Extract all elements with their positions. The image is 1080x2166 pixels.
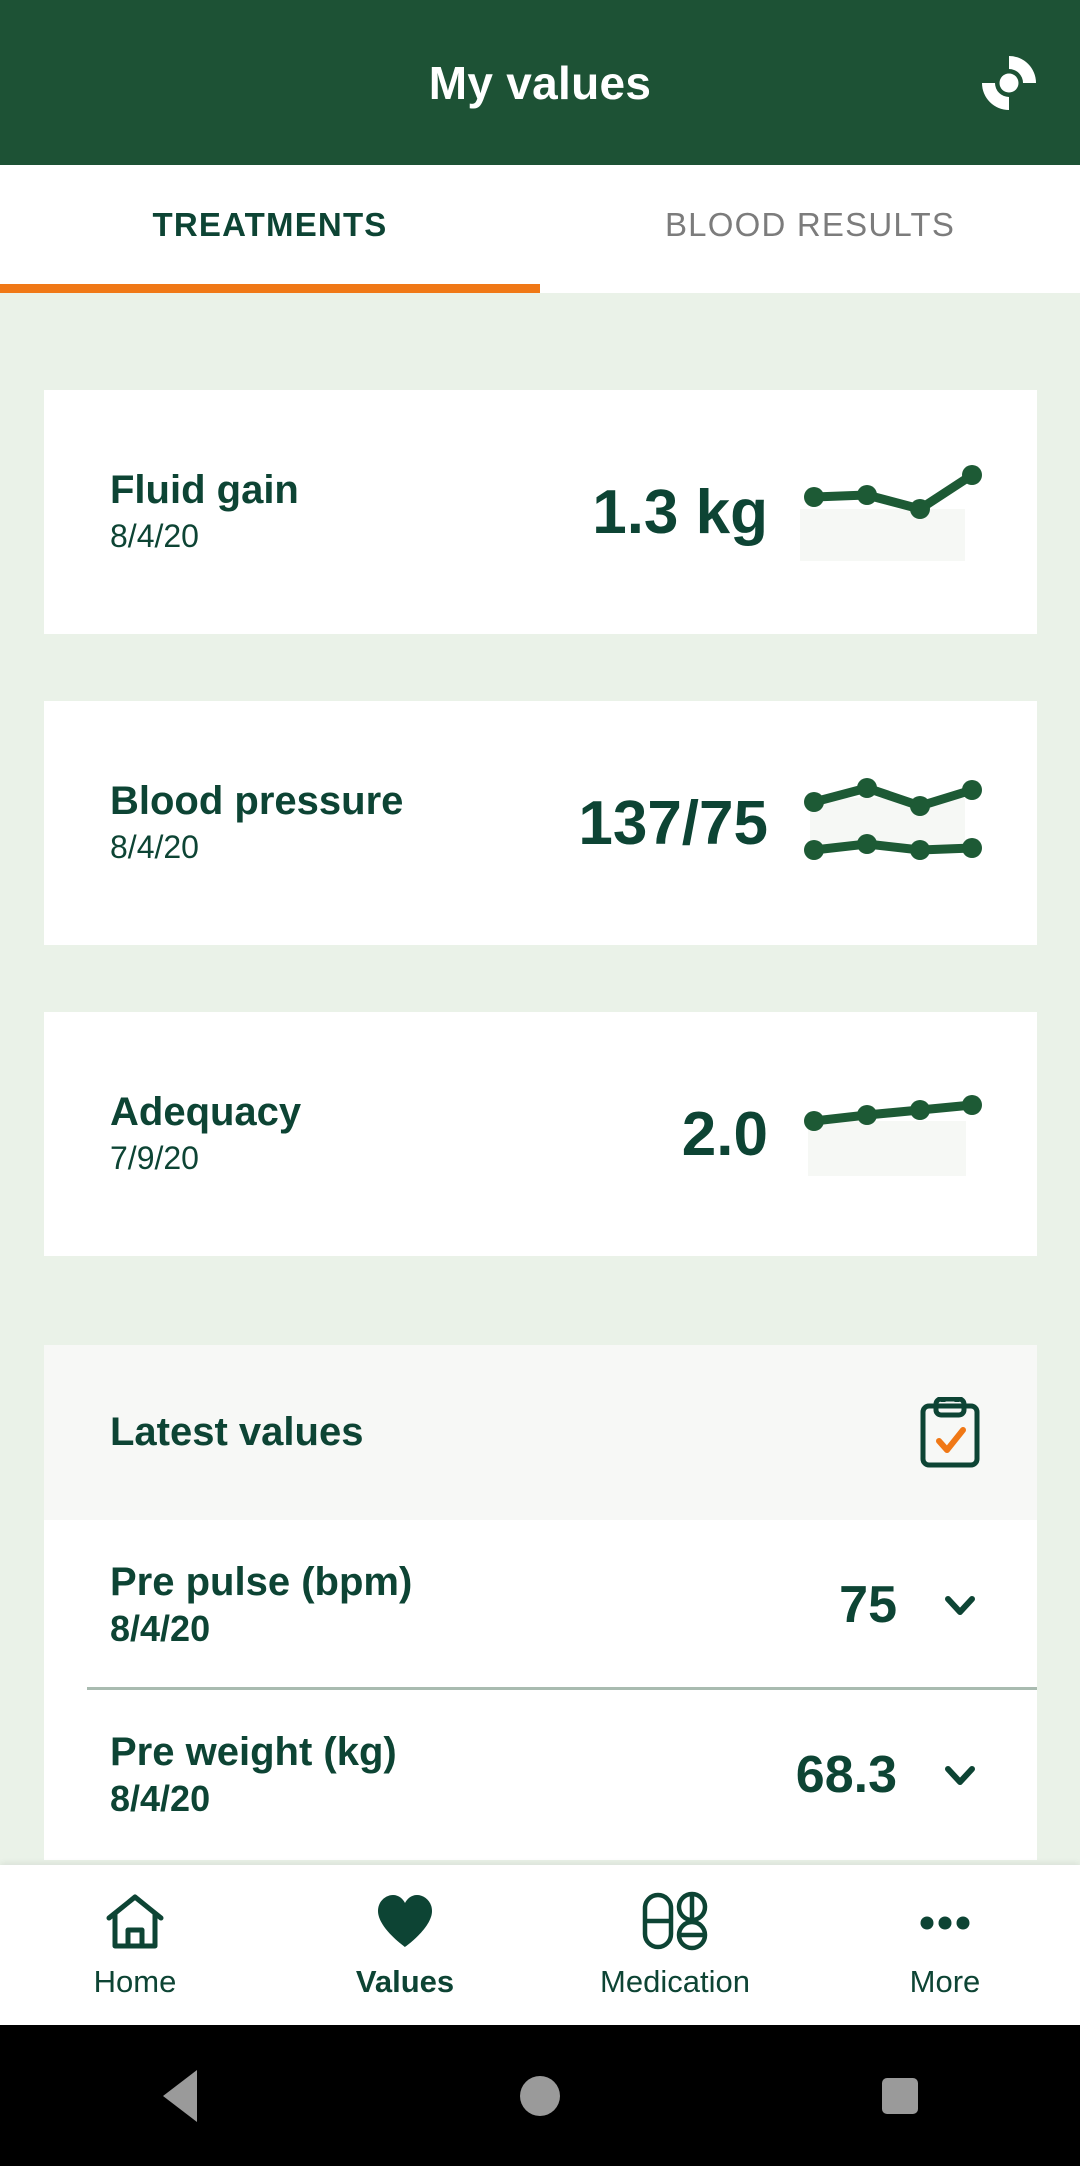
- app-header: My values: [0, 0, 1080, 165]
- metric-name: Adequacy: [110, 1089, 302, 1134]
- metric-date: 8/4/20: [110, 829, 199, 866]
- value-row-date: 8/4/20: [110, 1777, 211, 1819]
- nav-item-more[interactable]: More: [810, 1865, 1080, 2025]
- home-icon: [104, 1890, 166, 1952]
- latest-values-title: Latest values: [110, 1410, 364, 1454]
- metric-name: Blood pressure: [110, 778, 404, 823]
- nav-label-values: Values: [355, 1964, 455, 1999]
- value-row-pre-pulse[interactable]: Pre pulse (bpm) 8/4/20 75: [44, 1520, 1037, 1690]
- system-recents-button[interactable]: [840, 2061, 960, 2131]
- nav-label-medication: Medication: [600, 1964, 750, 1999]
- sparkline-blood-pressure: [800, 768, 985, 878]
- value-row-date: 8/4/20: [110, 1607, 211, 1649]
- value-row-name: Pre pulse (bpm): [110, 1560, 413, 1604]
- metric-label-group: Fluid gain 8/4/20: [110, 468, 299, 557]
- system-back-button[interactable]: [120, 2061, 240, 2131]
- nav-label-more: More: [909, 1964, 981, 1999]
- back-triangle-icon: [163, 2069, 197, 2122]
- metric-date: 8/4/20: [110, 518, 199, 555]
- nav-label-home: Home: [93, 1964, 177, 1999]
- value-row-value: 75: [839, 1576, 897, 1634]
- home-circle-icon: [520, 2075, 560, 2116]
- android-system-navigation: [0, 2025, 1080, 2166]
- metric-right-group: 1.3 kg: [592, 457, 1037, 567]
- recents-square-icon: [882, 2077, 918, 2114]
- ellipsis-icon: [914, 1890, 976, 1952]
- value-row-right-group: 75: [839, 1575, 981, 1635]
- tab-treatments[interactable]: TREATMENTS: [0, 165, 540, 293]
- bottom-navigation-bar: Home Values Medication More: [0, 1865, 1080, 2025]
- nav-item-medication[interactable]: Medication: [540, 1865, 810, 2025]
- chevron-down-icon[interactable]: [939, 1584, 981, 1626]
- circular-swirl-logo-icon[interactable]: [976, 50, 1042, 116]
- sparkline-adequacy: [800, 1079, 985, 1189]
- value-row-label-group: Pre weight (kg) 8/4/20: [110, 1730, 397, 1820]
- metric-label-group: Adequacy 7/9/20: [110, 1090, 301, 1179]
- value-row-value: 68.3: [795, 1746, 897, 1804]
- scroll-content[interactable]: Fluid gain 8/4/20 1.3 kg Blood pressure …: [0, 293, 1080, 1865]
- metric-value: 1.3 kg: [592, 477, 768, 547]
- value-row-pre-weight[interactable]: Pre weight (kg) 8/4/20 68.3: [44, 1690, 1037, 1860]
- metric-right-group: 2.0: [682, 1079, 1037, 1189]
- sparkline-fluid-gain: [800, 457, 985, 567]
- value-row-label-group: Pre pulse (bpm) 8/4/20: [110, 1560, 412, 1650]
- nav-item-values[interactable]: Values: [270, 1865, 540, 2025]
- heart-icon: [374, 1890, 436, 1952]
- metric-card-adequacy[interactable]: Adequacy 7/9/20 2.0: [44, 1012, 1037, 1256]
- clipboard-check-icon: [919, 1392, 981, 1469]
- tab-bar: TREATMENTS BLOOD RESULTS: [0, 165, 1080, 293]
- latest-values-panel: Latest values Pre pulse (bpm) 8/4/20 75: [44, 1345, 1037, 1860]
- latest-values-header: Latest values: [44, 1345, 1037, 1520]
- chevron-down-icon[interactable]: [939, 1754, 981, 1796]
- system-home-button[interactable]: [480, 2061, 600, 2131]
- tab-blood-results-label: BLOOD RESULTS: [664, 206, 956, 243]
- metric-value: 137/75: [578, 788, 768, 858]
- metric-right-group: 137/75: [578, 768, 1037, 878]
- page-title: My values: [428, 56, 652, 109]
- metric-card-fluid-gain[interactable]: Fluid gain 8/4/20 1.3 kg: [44, 390, 1037, 634]
- value-row-name: Pre weight (kg): [110, 1730, 397, 1774]
- metric-date: 7/9/20: [110, 1140, 199, 1177]
- metric-card-blood-pressure[interactable]: Blood pressure 8/4/20 137/75: [44, 701, 1037, 945]
- tab-blood-results[interactable]: BLOOD RESULTS: [540, 165, 1080, 293]
- nav-item-home[interactable]: Home: [0, 1865, 270, 2025]
- metric-label-group: Blood pressure 8/4/20: [110, 779, 403, 868]
- metric-name: Fluid gain: [110, 467, 299, 512]
- tab-treatments-label: TREATMENTS: [152, 206, 388, 243]
- pills-icon: [639, 1890, 711, 1952]
- metric-value: 2.0: [681, 1099, 768, 1169]
- value-row-right-group: 68.3: [796, 1745, 981, 1805]
- tab-active-indicator: [0, 284, 540, 293]
